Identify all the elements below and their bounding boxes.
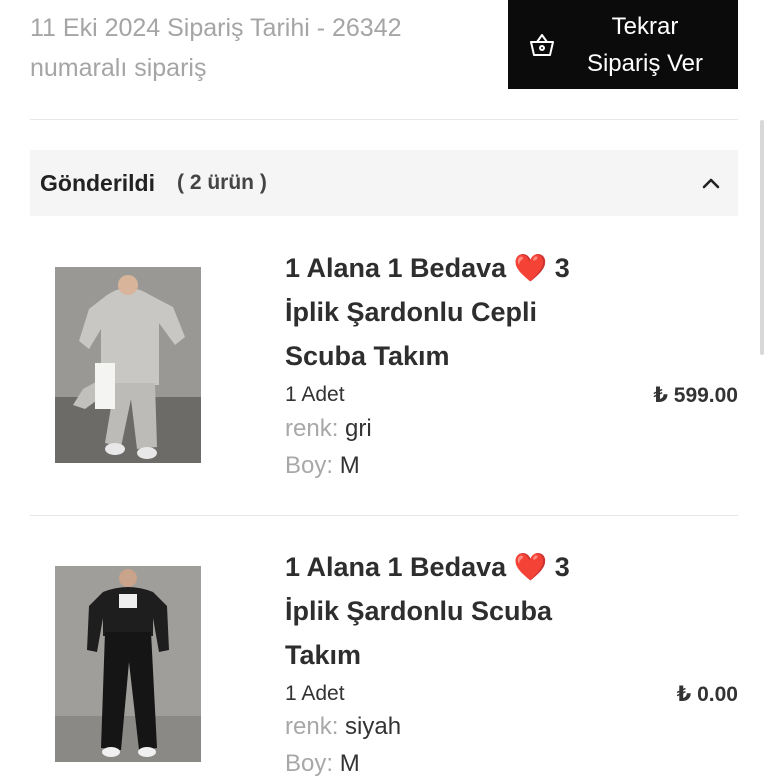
product-size: Boy: M	[285, 452, 360, 479]
product-color: renk: gri	[285, 415, 372, 442]
product-name[interactable]: 1 Alana 1 Bedava ❤️ 3 İplik Şardonlu Cep…	[285, 246, 630, 378]
header-divider	[30, 119, 738, 120]
product-name[interactable]: 1 Alana 1 Bedava ❤️ 3 İplik Şardonlu Scu…	[285, 545, 630, 677]
product-image-gray-tracksuit[interactable]	[55, 267, 201, 463]
product-quantity: 1 Adet	[285, 682, 345, 705]
product-price: ₺ 0.00	[676, 683, 738, 706]
heart-icon: ❤️	[513, 253, 548, 283]
product-price: ₺ 599.00	[653, 384, 738, 407]
basket-icon	[528, 31, 556, 59]
order-number-suffix: numaralı sipariş	[30, 54, 207, 82]
order-header: 11 Eki 2024 Sipariş Tarihi - 26342 numar…	[30, 8, 470, 88]
product-image-black-tracksuit[interactable]	[55, 566, 201, 762]
reorder-button[interactable]: Tekrar Sipariş Ver	[508, 0, 738, 89]
shipment-status-bar[interactable]: Gönderildi ( 2 ürün )	[30, 150, 738, 216]
order-date-number: 11 Eki 2024 Sipariş Tarihi - 26342	[30, 14, 402, 42]
scrollbar[interactable]	[760, 120, 764, 355]
chevron-up-icon[interactable]	[698, 170, 724, 196]
product-size: Boy: M	[285, 750, 360, 777]
product-divider	[30, 515, 738, 516]
heart-icon: ❤️	[513, 552, 548, 582]
item-count: ( 2 ürün )	[177, 171, 267, 194]
shipment-status: Gönderildi	[40, 169, 155, 196]
reorder-label: Tekrar Sipariş Ver	[586, 12, 704, 77]
product-quantity: 1 Adet	[285, 383, 345, 406]
product-color: renk: siyah	[285, 713, 402, 740]
